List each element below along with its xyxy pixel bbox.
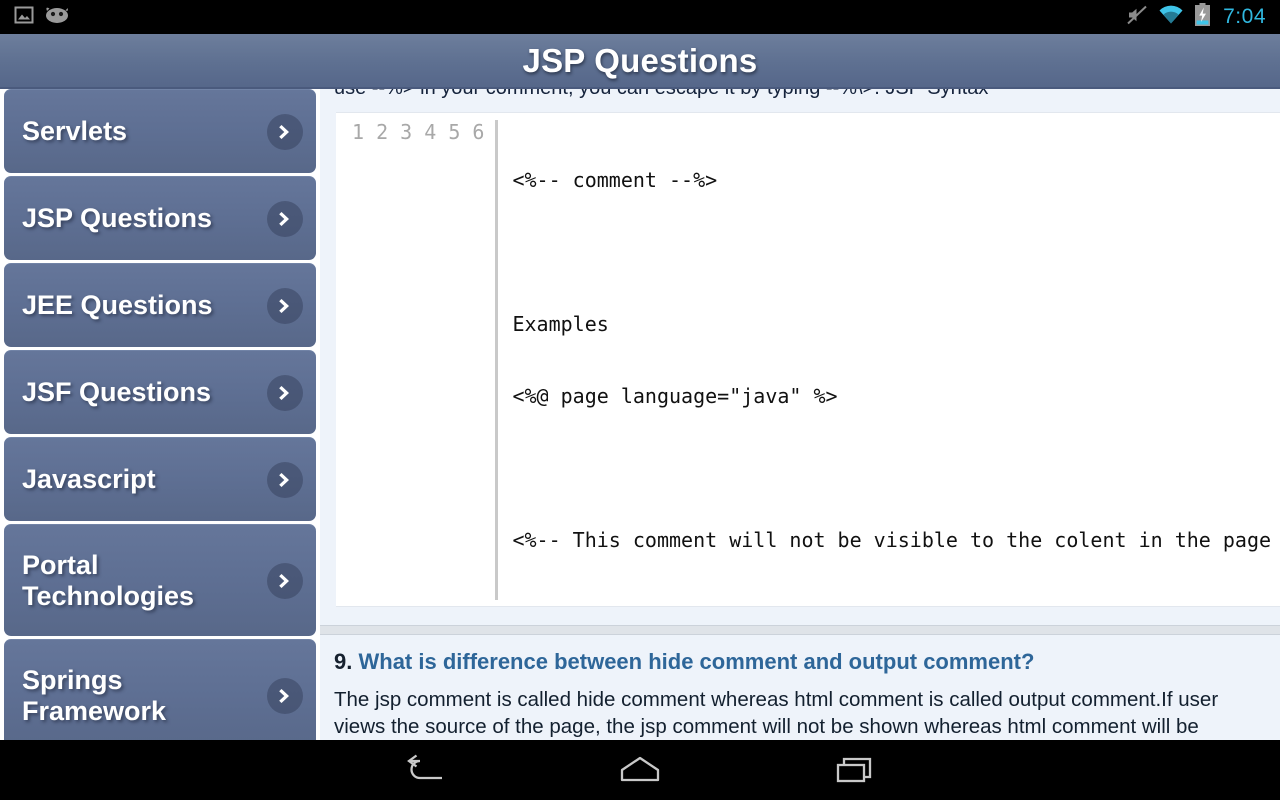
wifi-icon — [1158, 5, 1184, 30]
code-lines: <%-- comment --%> Examples <%@ page lang… — [498, 120, 1280, 600]
content-scroll-container: use --%> in your comment, you can escape… — [320, 89, 1280, 740]
sidebar-item-label: JEE Questions — [22, 290, 213, 321]
code-line: Examples — [512, 312, 609, 336]
sidebar-item-springs-framework[interactable]: Springs Framework — [4, 639, 316, 740]
question-heading[interactable]: 9. What is difference between hide comme… — [334, 649, 1262, 675]
question-title-link[interactable]: What is difference between hide comment … — [358, 649, 1034, 674]
nav-recents-button[interactable] — [748, 753, 963, 787]
chevron-right-icon[interactable] — [267, 113, 303, 150]
sidebar-item-jee-questions[interactable]: JEE Questions — [4, 263, 316, 347]
sidebar-item-javascript[interactable]: Javascript — [4, 437, 316, 521]
sidebar-item-jsp-questions[interactable]: JSP Questions — [4, 176, 316, 260]
android-jellybean-icon — [44, 6, 70, 29]
question-number: 9. — [334, 649, 353, 674]
status-bar-clock: 7:04 — [1223, 4, 1266, 28]
section-divider — [320, 625, 1280, 635]
screenshot-icon — [14, 5, 34, 30]
app-title-bar: JSP Questions — [0, 34, 1280, 89]
status-bar-right-icons: 7:04 — [1126, 2, 1280, 32]
code-line: <%-- comment --%> — [512, 168, 718, 192]
device-screen: 7:04 JSP Questions Servlets JSP Question… — [0, 0, 1280, 800]
question-answer-text: The jsp comment is called hide comment w… — [334, 688, 1219, 738]
recents-icon[interactable] — [832, 753, 878, 787]
sidebar-item-label: Portal Technologies — [22, 550, 195, 611]
chevron-right-icon[interactable] — [267, 461, 303, 498]
chevron-right-icon[interactable] — [267, 562, 303, 599]
code-line-numbers: 1 2 3 4 5 6 — [336, 120, 499, 600]
chevron-right-icon[interactable] — [267, 677, 303, 714]
status-bar-left-icons — [0, 5, 70, 30]
battery-charging-icon — [1194, 2, 1211, 32]
chevron-right-icon[interactable] — [267, 374, 303, 411]
nav-back-button[interactable] — [318, 753, 533, 787]
chevron-right-icon[interactable] — [267, 200, 303, 237]
nav-home-button[interactable] — [533, 753, 748, 787]
android-navigation-bar — [0, 740, 1280, 800]
chevron-right-icon[interactable] — [267, 287, 303, 324]
sidebar-item-label: Servlets — [22, 116, 128, 147]
back-icon[interactable] — [402, 753, 448, 787]
android-status-bar: 7:04 — [0, 0, 1280, 34]
mute-icon — [1126, 4, 1148, 31]
sidebar-item-label: Javascript — [22, 464, 156, 495]
sidebar-item-label: Springs Framework — [22, 665, 167, 726]
sidebar-item-portal-technologies[interactable]: Portal Technologies — [4, 524, 316, 636]
sidebar-item-servlets[interactable]: Servlets — [4, 89, 316, 173]
home-icon[interactable] — [616, 753, 664, 787]
sidebar-item-label: JSF Questions — [22, 377, 212, 408]
page-title: JSP Questions — [522, 41, 758, 79]
code-line: <%-- This comment will not be visible to… — [512, 528, 1280, 552]
code-line: <%@ page language="java" %> — [512, 384, 838, 408]
clipped-paragraph-top: use --%> in your comment, you can escape… — [320, 89, 1280, 101]
sidebar-item-jsf-questions[interactable]: JSF Questions — [4, 350, 316, 434]
questions-content-pane[interactable]: use --%> in your comment, you can escape… — [320, 89, 1280, 740]
category-sidebar[interactable]: Servlets JSP Questions JEE Questions JSF… — [0, 89, 320, 740]
app-body: Servlets JSP Questions JEE Questions JSF… — [0, 89, 1280, 740]
code-block-comment-example: 1 2 3 4 5 6 <%-- comment --%> Examples <… — [336, 112, 1280, 607]
question-item-9[interactable]: 9. What is difference between hide comme… — [320, 635, 1280, 740]
sidebar-item-label: JSP Questions — [22, 203, 213, 234]
